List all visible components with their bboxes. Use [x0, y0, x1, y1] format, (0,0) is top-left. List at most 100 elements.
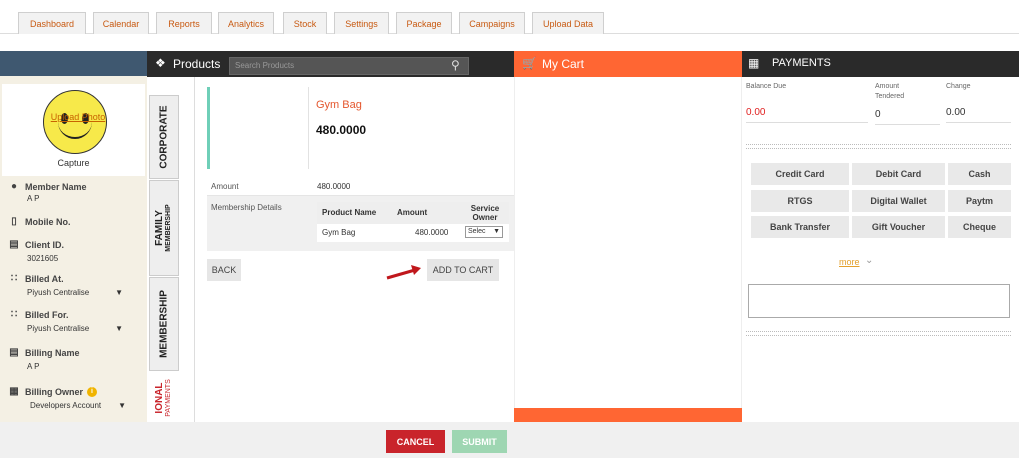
tab-analytics[interactable]: Analytics	[218, 12, 274, 34]
amount-tendered-input[interactable]: 0	[875, 109, 940, 125]
cheque-button[interactable]: Cheque	[948, 216, 1011, 238]
chevron-down-icon: ▼	[115, 288, 123, 297]
mobile-icon: ▯	[11, 216, 17, 227]
cart-header: 🛒 My Cart	[514, 51, 742, 77]
change-value: 0.00	[946, 107, 1011, 123]
tab-reports[interactable]: Reports	[156, 12, 212, 34]
paytm-button[interactable]: Paytm	[948, 190, 1011, 212]
spacer	[0, 34, 1019, 51]
tab-membership-label: MEMBERSHIP	[158, 290, 170, 358]
id-card-icon: ▤	[9, 239, 19, 250]
tab-calendar[interactable]: Calendar	[93, 12, 149, 34]
col-service-owner: Service Owner	[470, 204, 500, 222]
tab-settings[interactable]: Settings	[334, 12, 389, 34]
debit-card-button[interactable]: Debit Card	[852, 163, 945, 185]
billed-at-label: Billed At.	[25, 273, 64, 284]
tab-optional-label: IONAL PAYMENTS	[154, 378, 173, 417]
service-owner-select[interactable]: Selec ▼	[465, 226, 503, 238]
add-to-cart-button[interactable]: ADD TO CART	[427, 259, 499, 281]
capture-button[interactable]: Capture	[2, 158, 145, 168]
bank-transfer-button[interactable]: Bank Transfer	[751, 216, 849, 238]
chevron-down-icon[interactable]: ⌄	[865, 255, 873, 266]
product-name: Gym Bag	[316, 99, 362, 111]
tab-corporate[interactable]: CORPORATE	[149, 95, 179, 179]
search-icon[interactable]: ⚲	[451, 58, 460, 72]
upload-photo-link[interactable]: Upload Photo	[48, 112, 108, 122]
amount-value: 480.0000	[317, 182, 351, 191]
credit-card-button[interactable]: Credit Card	[751, 163, 849, 185]
product-detail: Gym Bag 480.0000 Amount 480.0000 Members…	[195, 77, 514, 422]
person-icon: ●	[10, 181, 18, 192]
cash-button[interactable]: Cash	[948, 163, 1011, 185]
tab-optional-payments[interactable]: IONAL PAYMENTS	[149, 373, 179, 422]
billed-at-select[interactable]: Piyush Centralise ▼	[27, 288, 123, 297]
tendered-line-2: Tendered	[875, 93, 905, 100]
cash-register-icon: ▦	[748, 56, 760, 70]
chevron-down-icon: ▼	[118, 401, 126, 410]
cell-amount: 480.0000	[415, 228, 449, 237]
billed-at-field: ∷ Billed At. Piyush Centralise ▼	[8, 273, 142, 297]
search-input[interactable]: Search Products	[229, 57, 469, 75]
grid-dots-icon: ∷	[10, 309, 18, 320]
amount-tendered: Amount Tendered 0	[875, 82, 940, 125]
cart-icon: 🛒	[522, 56, 537, 70]
member-name-field: ● Member Name A P	[8, 181, 142, 203]
amount-row: Amount 480.0000	[207, 177, 514, 196]
digital-wallet-button[interactable]: Digital Wallet	[852, 190, 945, 212]
profile-card: Upload Photo Capture	[2, 84, 145, 176]
billing-owner-field: ▦ Billing Owner i Developers Account ▼	[8, 386, 142, 410]
billing-name-label: Billing Name	[25, 347, 80, 358]
col-product-name: Product Name	[322, 208, 377, 217]
submit-button[interactable]: SUBMIT	[452, 430, 507, 453]
amount-label: Amount	[211, 182, 239, 191]
table-row: Gym Bag 480.0000 Selec ▼	[317, 224, 509, 242]
membership-details-row: Membership Details Product Name Amount S…	[207, 196, 514, 251]
calendar-icon: ▦	[9, 386, 19, 397]
billed-at-value: Piyush Centralise	[27, 288, 90, 297]
client-id-label: Client ID.	[25, 239, 65, 250]
payments-panel: Balance Due 0.00 Amount Tendered 0 Change…	[742, 77, 1019, 422]
more-link[interactable]: more	[839, 257, 860, 267]
service-owner-value: Selec	[468, 228, 486, 235]
change: Change 0.00	[946, 82, 1011, 123]
cell-product: Gym Bag	[322, 228, 356, 237]
billing-name-field: ▤ Billing Name A P	[8, 347, 142, 371]
notes-textarea[interactable]	[748, 284, 1010, 318]
member-name-value: A P	[27, 194, 40, 203]
billing-owner-select[interactable]: Developers Account ▼	[30, 401, 126, 410]
tab-dashboard[interactable]: Dashboard	[18, 12, 86, 34]
membership-table: Product Name Amount Service Owner Gym Ba…	[317, 202, 509, 242]
chevron-down-icon: ▼	[493, 228, 500, 235]
tab-membership[interactable]: MEMBERSHIP	[149, 277, 179, 371]
cart-title: My Cart	[542, 57, 584, 71]
tab-campaigns[interactable]: Campaigns	[459, 12, 525, 34]
amount-tendered-label: Amount Tendered	[875, 82, 940, 102]
member-name-label: Member Name	[25, 181, 87, 192]
optional-sub-text: PAYMENTS	[165, 378, 172, 417]
tab-corporate-label: CORPORATE	[158, 105, 170, 169]
grid-dots-icon: ∷	[10, 273, 18, 284]
balance-due-value: 0.00	[746, 107, 868, 123]
mobile-label: Mobile No.	[25, 216, 71, 227]
tab-stock[interactable]: Stock	[283, 12, 327, 34]
divider	[746, 331, 1011, 336]
balance-due-label: Balance Due	[746, 83, 787, 90]
tab-package[interactable]: Package	[396, 12, 452, 34]
member-panel-header	[0, 51, 147, 76]
tab-upload-data[interactable]: Upload Data	[532, 12, 604, 34]
billed-for-label: Billed For.	[25, 309, 69, 320]
top-navigation: Dashboard Calendar Reports Analytics Sto…	[0, 0, 1019, 34]
cancel-button[interactable]: CANCEL	[386, 430, 445, 453]
table-header: Product Name Amount Service Owner	[317, 202, 509, 224]
info-icon[interactable]: i	[87, 386, 98, 397]
back-button[interactable]: BACK	[207, 259, 241, 281]
balance-due: Balance Due 0.00	[746, 82, 868, 123]
payments-header: ▦ PAYMENTS	[742, 51, 1019, 77]
products-header: ❖ Products Search Products ⚲	[147, 51, 514, 77]
tab-family-membership[interactable]: FAMILY MEMBERSHIP	[149, 180, 179, 276]
rtgs-button[interactable]: RTGS	[751, 190, 849, 212]
client-id-field: ▤ Client ID. 3021605	[8, 239, 142, 263]
gift-voucher-button[interactable]: Gift Voucher	[852, 216, 945, 238]
billed-for-select[interactable]: Piyush Centralise ▼	[27, 324, 123, 333]
billing-owner-label: Billing Owner	[25, 386, 84, 397]
